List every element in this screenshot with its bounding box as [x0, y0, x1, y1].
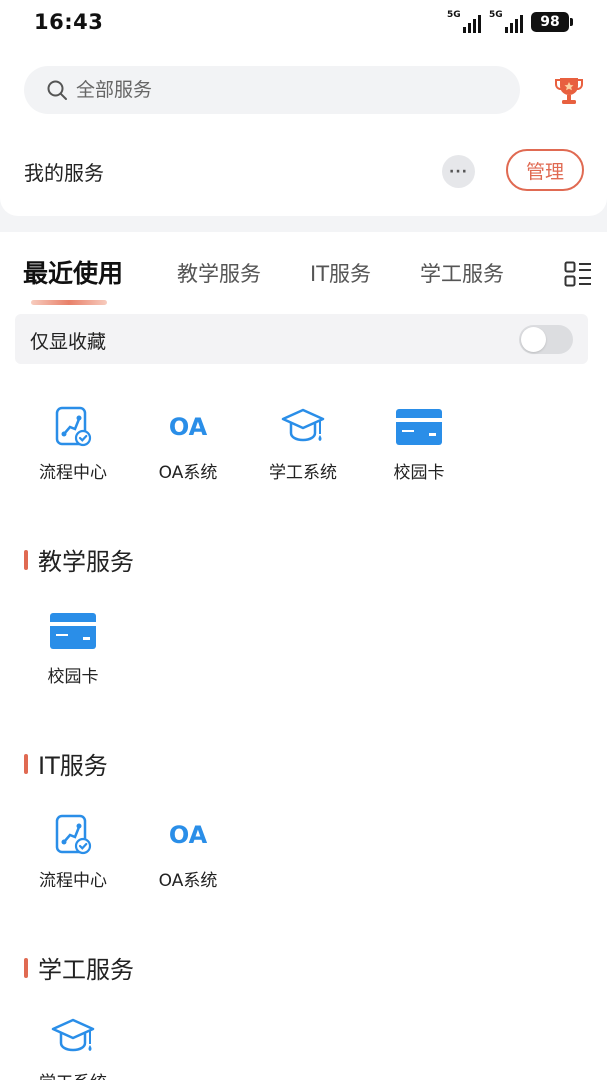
- graduation-cap-icon: [51, 1018, 95, 1052]
- service-workflow-center[interactable]: 流程中心: [18, 404, 128, 483]
- favorites-only-label: 仅显收藏: [30, 331, 107, 353]
- campus-card-icon: [50, 613, 96, 649]
- service-name: 流程中心: [39, 871, 107, 891]
- more-button[interactable]: ···: [442, 155, 475, 188]
- favorites-only-toggle[interactable]: [519, 325, 573, 354]
- tab-teaching[interactable]: 教学服务: [177, 258, 261, 288]
- service-name: 学工系统: [18, 1068, 128, 1080]
- top-card: 16:43 5G 5G 98 我的服务 ··· 管理: [0, 0, 607, 216]
- section-title-teaching: 教学服务: [24, 542, 134, 577]
- service-campus-card[interactable]: 校园卡: [18, 608, 128, 687]
- workflow-icon: [55, 406, 92, 447]
- service-workflow-center[interactable]: 流程中心: [18, 812, 128, 891]
- oa-logo-icon: OA: [168, 821, 208, 849]
- service-name: OA系统: [158, 463, 218, 483]
- toggle-knob: [521, 327, 546, 352]
- trophy-icon[interactable]: [554, 74, 584, 106]
- service-name: 校园卡: [47, 667, 99, 687]
- search-bar[interactable]: [24, 66, 520, 114]
- section-title-it: IT服务: [24, 746, 108, 781]
- campus-card-icon: [396, 409, 442, 445]
- battery-icon: 98: [531, 12, 573, 32]
- service-oa-system[interactable]: OA OA系统: [133, 812, 243, 891]
- graduation-cap-icon: [281, 408, 325, 442]
- category-grid-icon[interactable]: [564, 261, 592, 287]
- status-bar: 16:43 5G 5G 98: [0, 0, 607, 44]
- service-oa-system[interactable]: OA OA系统: [133, 404, 243, 483]
- service-campus-card[interactable]: 校园卡: [364, 404, 474, 483]
- service-name: OA系统: [158, 871, 218, 891]
- signal-icon: 5G: [447, 10, 481, 33]
- search-input[interactable]: [76, 79, 476, 101]
- tab-recent[interactable]: 最近使用: [23, 254, 123, 290]
- section-title-student-affairs: 学工服务: [24, 950, 134, 985]
- status-icons: 5G 5G 98: [447, 10, 573, 33]
- status-time: 16:43: [34, 10, 104, 34]
- search-icon: [47, 80, 67, 100]
- workflow-icon: [55, 814, 92, 855]
- section-accent-bar: [24, 549, 28, 570]
- service-name: 学工系统: [269, 463, 337, 483]
- manage-button[interactable]: 管理: [506, 149, 584, 191]
- services-panel: 最近使用 教学服务 IT服务 学工服务 仅显收藏 流程中心 OA OA系统 学工…: [0, 232, 607, 1080]
- service-student-affairs-system[interactable]: 学工系统: [18, 1014, 128, 1080]
- service-student-affairs-system[interactable]: 学工系统: [248, 404, 358, 483]
- service-name: 校园卡: [393, 463, 445, 483]
- favorites-only-row: 仅显收藏: [15, 314, 588, 364]
- active-tab-indicator: [31, 300, 107, 305]
- tab-student-affairs[interactable]: 学工服务: [420, 258, 504, 288]
- signal-icon: 5G: [489, 10, 523, 33]
- service-name: 流程中心: [39, 463, 107, 483]
- tab-it[interactable]: IT服务: [310, 258, 371, 288]
- my-services-title: 我的服务: [24, 161, 104, 185]
- category-tabs: 最近使用 教学服务 IT服务 学工服务: [0, 254, 607, 294]
- section-accent-bar: [24, 753, 28, 774]
- oa-logo-icon: OA: [168, 413, 208, 441]
- section-accent-bar: [24, 957, 28, 978]
